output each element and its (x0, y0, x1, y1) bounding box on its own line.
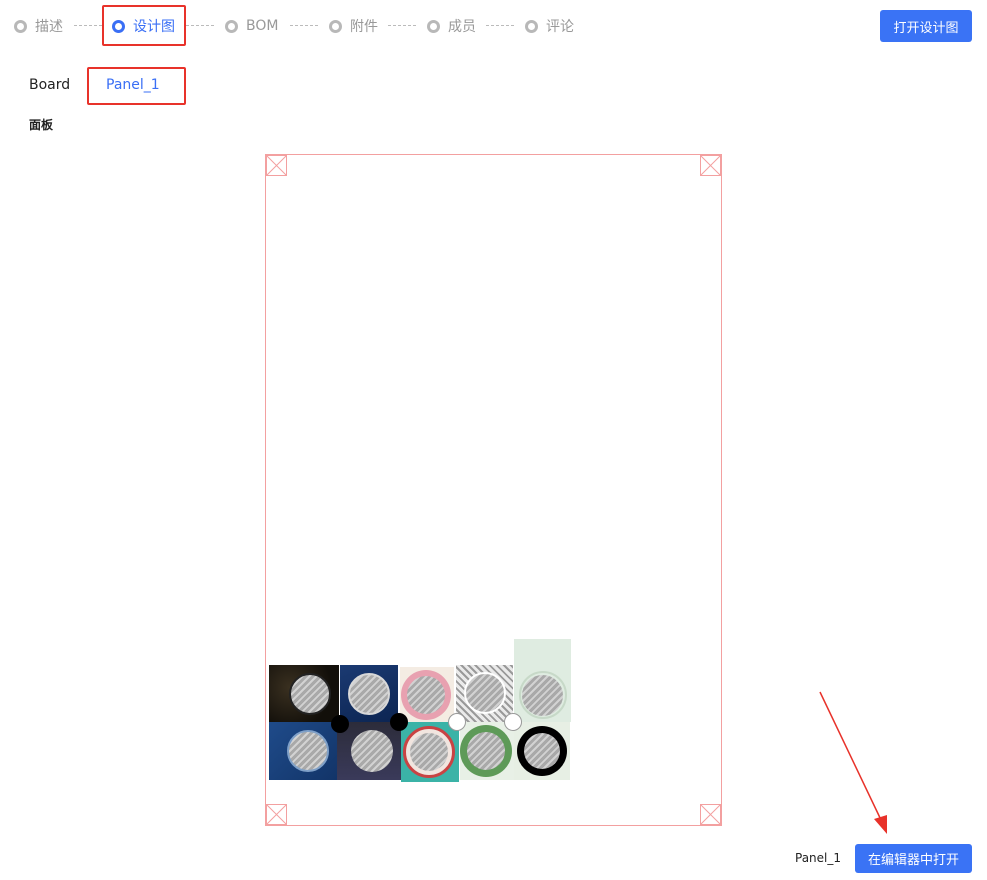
highlight-box-design-step (102, 5, 186, 46)
step-bom[interactable]: BOM (225, 16, 278, 36)
ornament-tile-pink[interactable] (400, 667, 454, 722)
step-description[interactable]: 描述 (14, 16, 63, 36)
step-connector (486, 25, 514, 26)
hanging-knot (504, 713, 522, 731)
ornament-placeholder (407, 676, 445, 714)
board-label: Board (29, 77, 71, 93)
highlight-box-panel-tab (87, 67, 186, 105)
step-label: 评论 (546, 19, 574, 35)
step-circle-icon (427, 19, 440, 33)
open-in-editor-button[interactable]: 在编辑器中打开 (855, 844, 972, 873)
ornament-placeholder (524, 733, 560, 769)
ornament-tile-leaves[interactable] (460, 722, 514, 780)
ornament-tile-christmas[interactable] (514, 639, 571, 722)
step-connector (186, 25, 214, 26)
step-label: 描述 (35, 19, 63, 35)
ornament-tile-night-sky[interactable] (340, 665, 398, 722)
ornament-placeholder (287, 730, 329, 772)
ornament-tile-starry[interactable] (269, 665, 339, 722)
registration-mark-icon (266, 155, 287, 176)
step-circle-icon (329, 19, 342, 33)
design-canvas[interactable] (265, 154, 722, 826)
registration-mark-icon (700, 804, 721, 825)
step-label: 附件 (350, 19, 378, 35)
ornament-tile-marble[interactable] (456, 665, 513, 722)
ornament-tile-dark[interactable] (337, 722, 401, 780)
step-circle-icon (14, 19, 27, 33)
step-attachments[interactable]: 附件 (329, 16, 378, 36)
footer-panel-name: Panel_1 (795, 851, 842, 865)
registration-mark-icon (700, 155, 721, 176)
ornament-placeholder (522, 675, 563, 716)
hanging-knot (390, 713, 408, 731)
hanging-knot (331, 715, 349, 733)
step-label: BOM (246, 18, 279, 34)
ornament-placeholder (464, 672, 506, 714)
ornament-tile-teal[interactable] (401, 722, 459, 782)
step-connector (74, 25, 102, 26)
annotation-arrow-icon (819, 691, 887, 834)
ornament-placeholder (351, 730, 393, 772)
step-label: 成员 (448, 19, 476, 35)
ornament-placeholder (467, 732, 505, 770)
section-title: 面板 (29, 118, 54, 132)
ornament-tile-black-ring[interactable] (514, 722, 570, 780)
registration-mark-icon (266, 804, 287, 825)
step-connector (290, 25, 318, 26)
hanging-knot (448, 713, 466, 731)
step-connector (388, 25, 416, 26)
step-circle-icon (525, 19, 538, 33)
step-comments[interactable]: 评论 (525, 16, 574, 36)
ornament-tile-blue[interactable] (269, 722, 337, 780)
ornament-placeholder (348, 673, 390, 715)
ornament-placeholder (410, 733, 448, 771)
step-members[interactable]: 成员 (427, 16, 476, 36)
open-design-button[interactable]: 打开设计图 (880, 10, 972, 42)
step-circle-icon (225, 19, 238, 33)
ornament-placeholder (289, 673, 331, 715)
